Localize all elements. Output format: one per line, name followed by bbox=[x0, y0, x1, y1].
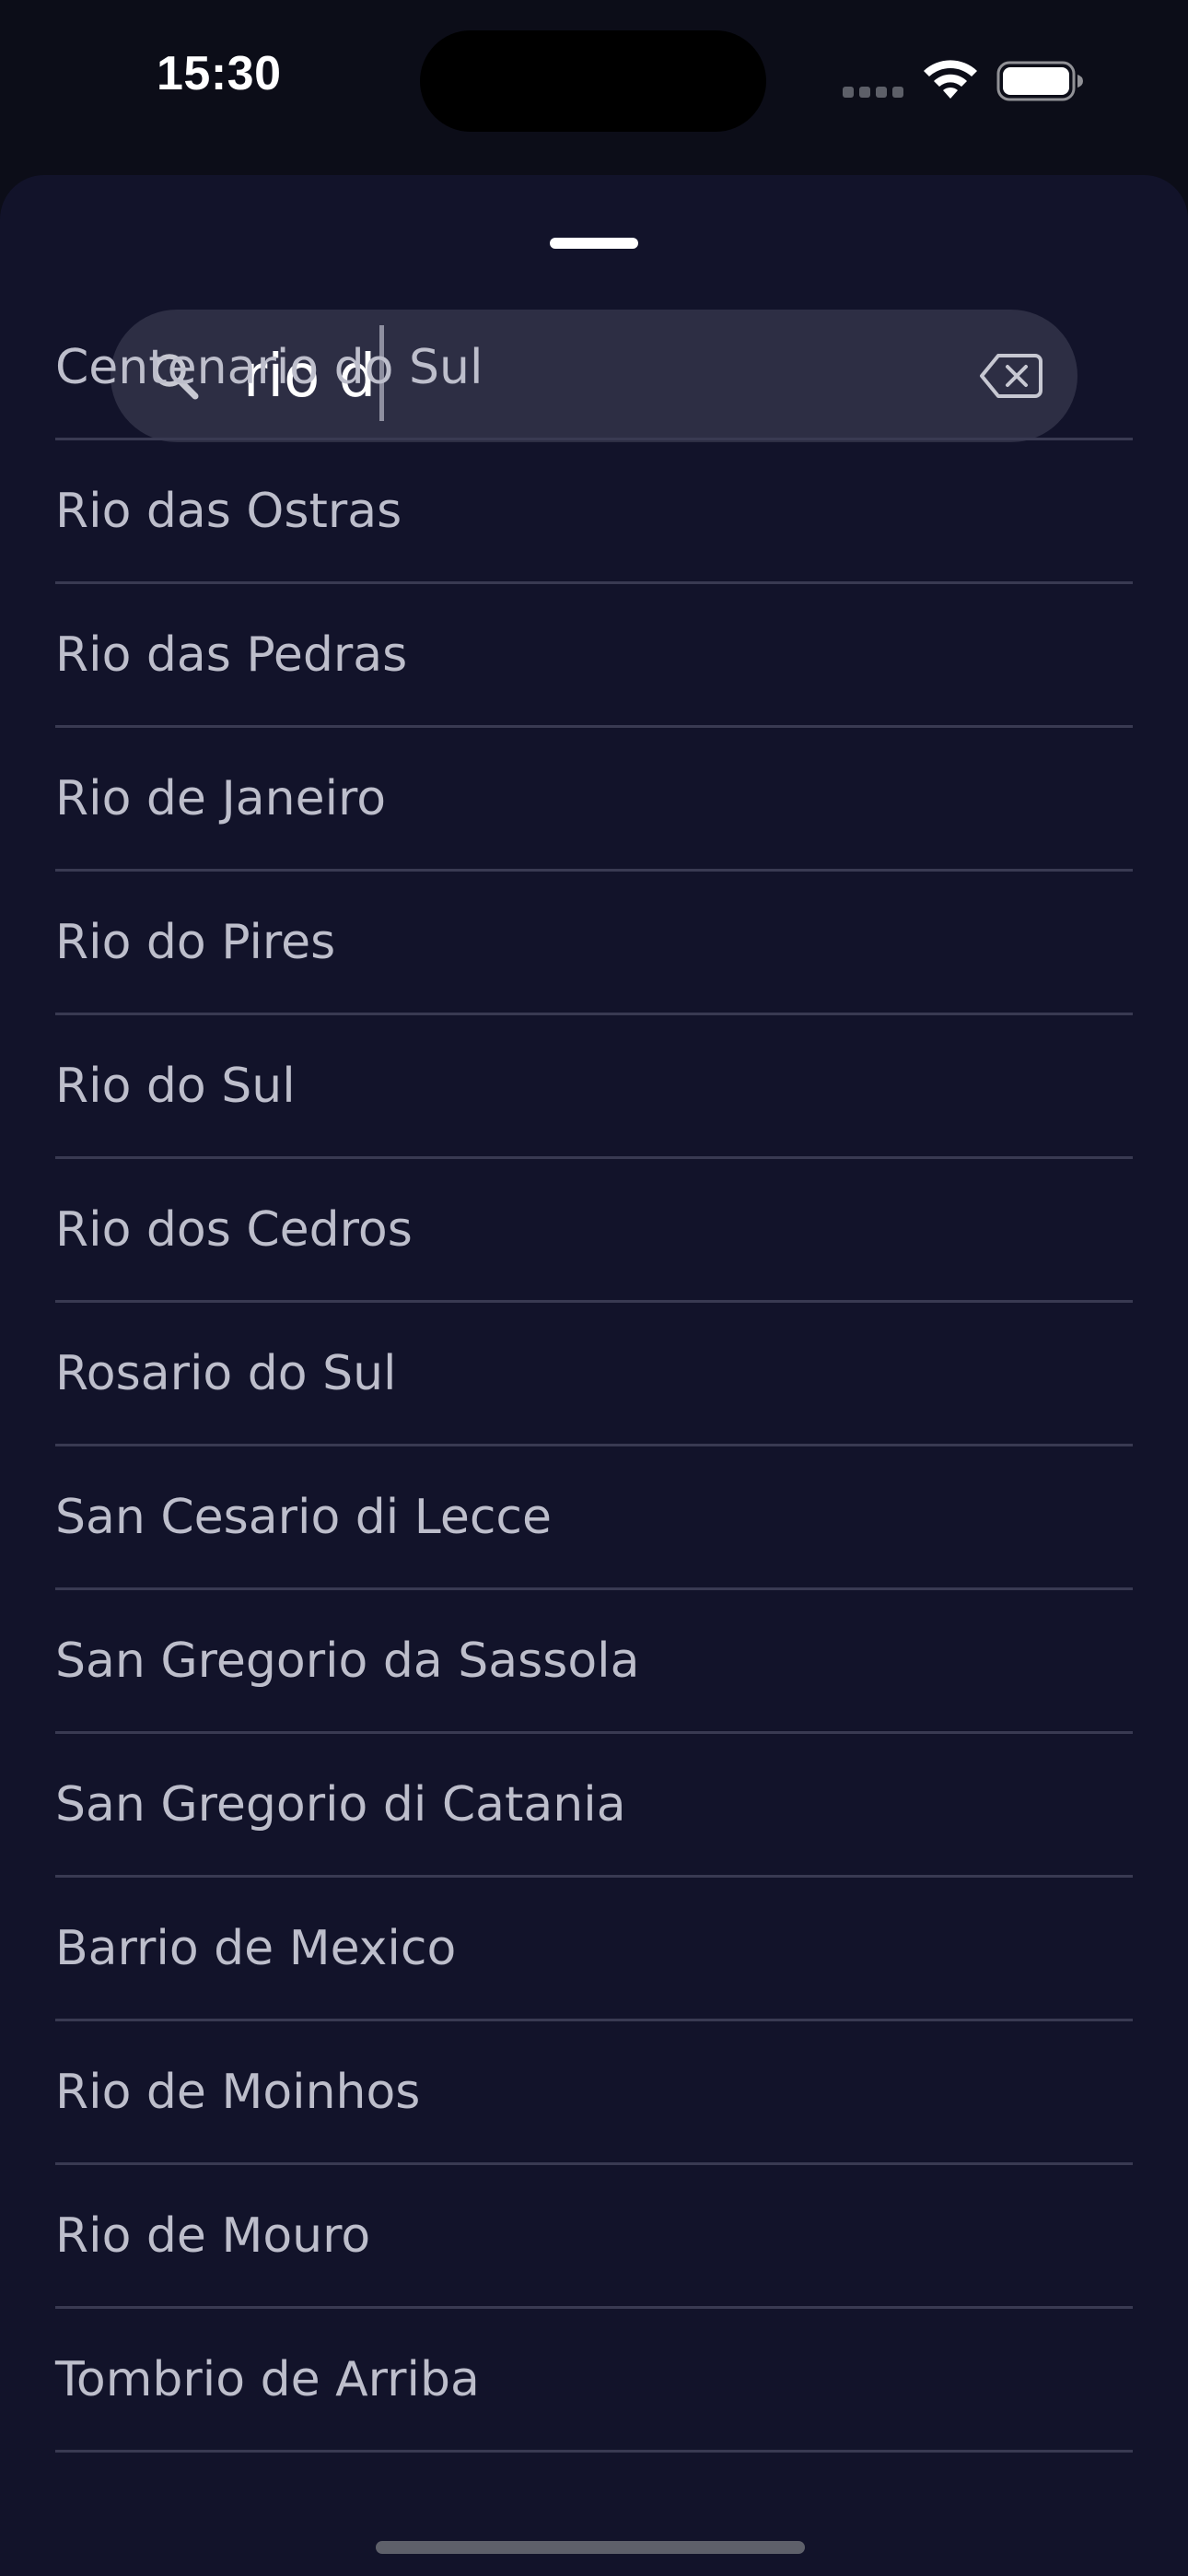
result-label: Centenario do Sul bbox=[55, 340, 483, 395]
result-label: Rio das Pedras bbox=[55, 627, 408, 683]
sheet-grabber[interactable] bbox=[550, 238, 638, 249]
result-label: Barrio de Mexico bbox=[55, 1921, 457, 1976]
result-label: Rio do Pires bbox=[55, 915, 336, 970]
result-label: San Gregorio da Sassola bbox=[55, 1633, 640, 1689]
battery-icon bbox=[996, 61, 1083, 101]
result-item[interactable]: San Cesario di Lecce bbox=[55, 1446, 1133, 1590]
result-item[interactable]: Rio das Pedras bbox=[55, 584, 1133, 728]
result-item[interactable]: Rosario do Sul bbox=[55, 1303, 1133, 1446]
results-list: Centenario do Sul Rio das Ostras Rio das… bbox=[55, 297, 1133, 2453]
result-label: Rosario do Sul bbox=[55, 1346, 397, 1401]
result-item[interactable]: Rio das Ostras bbox=[55, 440, 1133, 584]
result-item[interactable]: Rio do Sul bbox=[55, 1015, 1133, 1159]
result-item[interactable]: Rio de Mouro bbox=[55, 2165, 1133, 2309]
result-item[interactable]: Centenario do Sul bbox=[55, 297, 1133, 440]
result-item[interactable]: Barrio de Mexico bbox=[55, 1878, 1133, 2021]
result-item[interactable]: Rio dos Cedros bbox=[55, 1159, 1133, 1303]
result-label: Tombrio de Arriba bbox=[55, 2352, 480, 2407]
wifi-icon bbox=[924, 60, 977, 99]
result-item[interactable]: Rio de Moinhos bbox=[55, 2021, 1133, 2165]
result-label: San Cesario di Lecce bbox=[55, 1490, 552, 1545]
result-label: Rio de Mouro bbox=[55, 2208, 371, 2264]
result-label: Rio de Moinhos bbox=[55, 2065, 421, 2120]
result-item[interactable]: Rio de Janeiro bbox=[55, 728, 1133, 872]
result-label: San Gregorio di Catania bbox=[55, 1777, 626, 1832]
cellular-signal-icon bbox=[843, 87, 905, 98]
result-label: Rio do Sul bbox=[55, 1059, 296, 1114]
result-label: Rio de Janeiro bbox=[55, 771, 387, 826]
screen: 15:30 rio d Centenario do Sul Rio das Os… bbox=[0, 0, 1188, 2576]
result-label: Rio dos Cedros bbox=[55, 1202, 413, 1258]
result-item[interactable]: Tombrio de Arriba bbox=[55, 2309, 1133, 2453]
result-label: Rio das Ostras bbox=[55, 484, 402, 539]
home-indicator[interactable] bbox=[376, 2541, 805, 2554]
status-bar: 15:30 bbox=[0, 0, 1188, 166]
status-time: 15:30 bbox=[157, 47, 282, 100]
dynamic-island bbox=[420, 30, 766, 132]
result-item[interactable]: Rio do Pires bbox=[55, 872, 1133, 1015]
result-item[interactable]: San Gregorio di Catania bbox=[55, 1734, 1133, 1878]
result-item[interactable]: San Gregorio da Sassola bbox=[55, 1590, 1133, 1734]
